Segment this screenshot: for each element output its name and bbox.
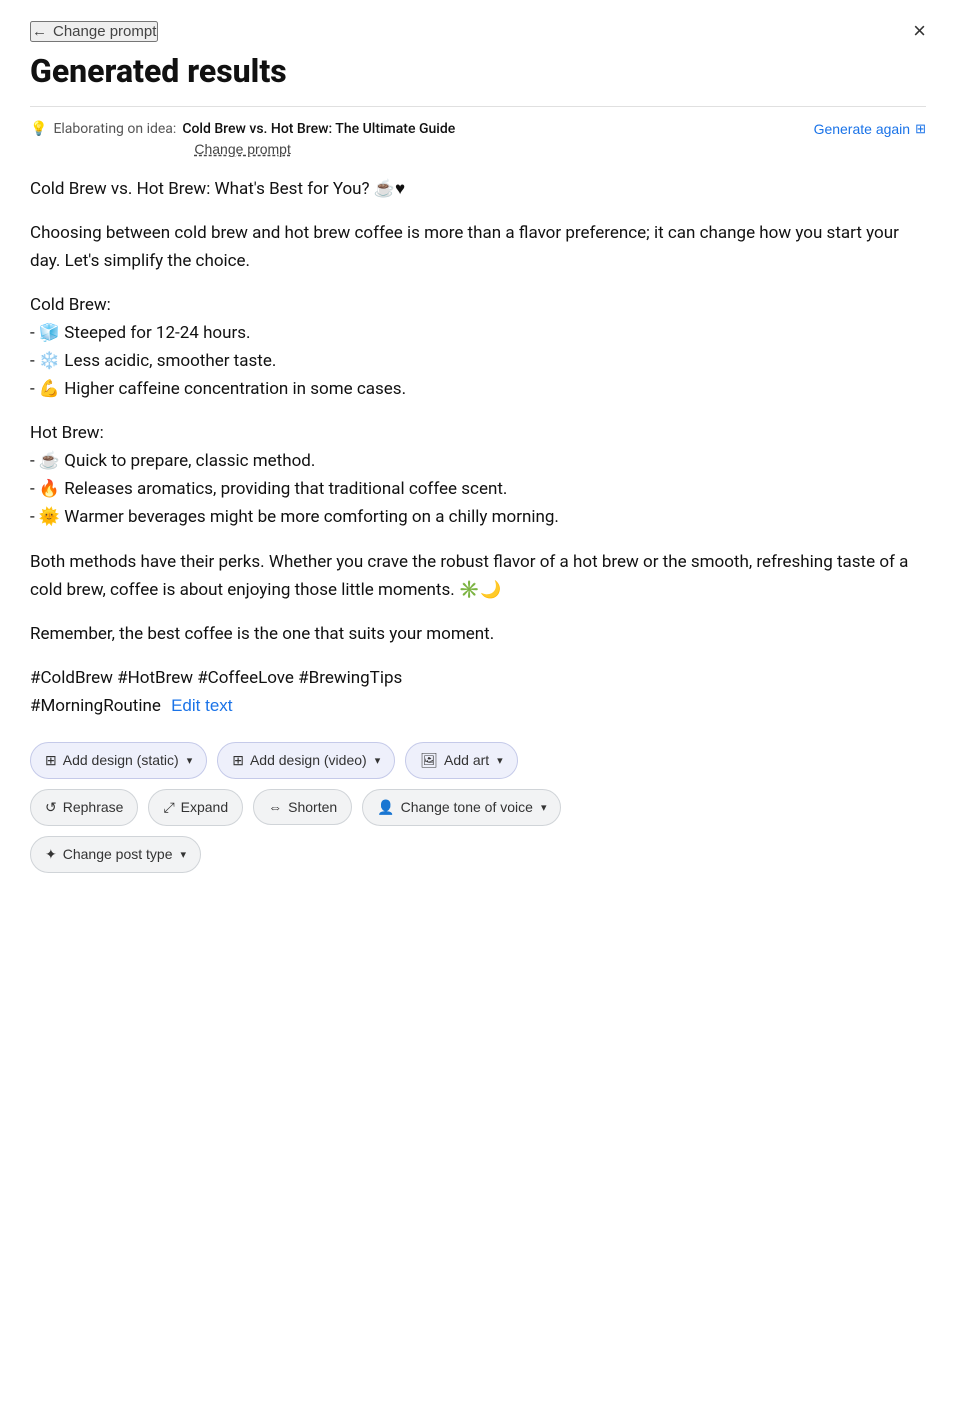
action-row-3: ✦ Change post type ▾ [30, 836, 926, 873]
action-row-2: ↺ Rephrase ⤢ Expand ⇔ Shorten 👤 Change t… [30, 789, 926, 826]
dropdown-chevron-2: ▾ [375, 754, 381, 767]
hot-brew-item-1: - ☕ Quick to prepare, classic method. [30, 447, 926, 475]
idea-icon: 💡 [30, 121, 47, 137]
cold-brew-title: Cold Brew: [30, 291, 926, 319]
edit-text-button[interactable]: Edit text [171, 696, 232, 716]
main-container: ← Change prompt × Generated results 💡 El… [0, 0, 956, 903]
add-art-icon: 🖼 [420, 752, 438, 769]
back-label: Change prompt [53, 23, 156, 40]
divider [30, 106, 926, 107]
add-design-video-button[interactable]: ⊞ Add design (video) ▾ [217, 742, 395, 779]
shorten-button[interactable]: ⇔ Shorten [253, 789, 352, 825]
hashtags-block: #ColdBrew #HotBrew #CoffeeLove #BrewingT… [30, 664, 926, 720]
generate-again-label: Generate again [814, 121, 911, 137]
add-design-static-label: Add design (static) [63, 752, 179, 768]
cold-brew-item-2: - ❄️ Less acidic, smoother taste. [30, 347, 926, 375]
elaborating-prefix: Elaborating on idea: [53, 121, 176, 137]
content-para-both: Both methods have their perks. Whether y… [30, 548, 926, 604]
add-design-static-button[interactable]: ⊞ Add design (static) ▾ [30, 742, 207, 779]
close-icon: × [913, 18, 926, 43]
rephrase-label: Rephrase [63, 799, 124, 815]
cold-brew-item-3: - 💪 Higher caffeine concentration in som… [30, 375, 926, 403]
expand-label: Expand [181, 799, 228, 815]
change-tone-label: Change tone of voice [401, 799, 533, 815]
change-tone-button[interactable]: 👤 Change tone of voice ▾ [362, 789, 561, 826]
post-type-icon: ✦ [45, 846, 57, 863]
dropdown-chevron-3: ▾ [497, 754, 503, 767]
meta-left: 💡 Elaborating on idea: Cold Brew vs. Hot… [30, 121, 455, 157]
content-area: Cold Brew vs. Hot Brew: What's Best for … [30, 175, 926, 720]
content-para-remember: Remember, the best coffee is the one tha… [30, 620, 926, 648]
add-art-button[interactable]: 🖼 Add art ▾ [405, 742, 517, 779]
hot-brew-title: Hot Brew: [30, 419, 926, 447]
tone-icon: 👤 [377, 799, 394, 816]
elaborating-text: 💡 Elaborating on idea: Cold Brew vs. Hot… [30, 121, 455, 137]
action-row-1: ⊞ Add design (static) ▾ ⊞ Add design (vi… [30, 742, 926, 779]
change-prompt-link[interactable]: Change prompt [30, 141, 455, 157]
shorten-label: Shorten [288, 799, 337, 815]
add-art-label: Add art [444, 752, 489, 768]
generate-icon: ⊞ [915, 121, 926, 137]
back-button[interactable]: ← Change prompt [30, 21, 158, 42]
cold-brew-item-1: - 🧊 Steeped for 12-24 hours. [30, 319, 926, 347]
change-post-type-label: Change post type [63, 846, 173, 862]
design-static-icon: ⊞ [45, 752, 57, 769]
meta-row: 💡 Elaborating on idea: Cold Brew vs. Hot… [30, 121, 926, 157]
hot-brew-item-3: - 🌞 Warmer beverages might be more comfo… [30, 503, 926, 531]
generate-again-button[interactable]: Generate again ⊞ [814, 121, 926, 137]
back-arrow-icon: ← [32, 23, 47, 40]
content-headline: Cold Brew vs. Hot Brew: What's Best for … [30, 175, 926, 203]
content-para1: Choosing between cold brew and hot brew … [30, 219, 926, 275]
shorten-icon: ⇔ [268, 799, 282, 815]
top-nav: ← Change prompt × [30, 20, 926, 42]
idea-title: Cold Brew vs. Hot Brew: The Ultimate Gui… [182, 121, 455, 137]
dropdown-chevron-4: ▾ [541, 801, 547, 814]
change-post-type-button[interactable]: ✦ Change post type ▾ [30, 836, 201, 873]
hot-brew-item-2: - 🔥 Releases aromatics, providing that t… [30, 475, 926, 503]
dropdown-chevron-5: ▾ [180, 848, 186, 861]
dropdown-chevron-1: ▾ [187, 754, 193, 767]
expand-icon: ⤢ [163, 799, 174, 816]
action-buttons-section: ⊞ Add design (static) ▾ ⊞ Add design (vi… [30, 742, 926, 873]
add-design-video-label: Add design (video) [250, 752, 367, 768]
expand-button[interactable]: ⤢ Expand [148, 789, 243, 826]
rephrase-icon: ↺ [45, 799, 57, 816]
rephrase-button[interactable]: ↺ Rephrase [30, 789, 138, 826]
close-button[interactable]: × [913, 20, 926, 42]
design-video-icon: ⊞ [232, 752, 244, 769]
page-title: Generated results [30, 52, 926, 90]
